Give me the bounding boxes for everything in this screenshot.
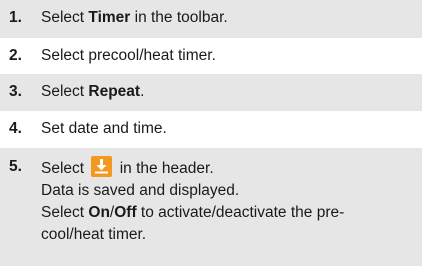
step-text: Select precool/heat timer. — [41, 47, 216, 64]
timer-label: Timer — [88, 9, 131, 26]
step-text: Set date and time. — [41, 120, 167, 137]
off-label: Off — [114, 204, 137, 221]
step-number: 2. — [9, 47, 22, 64]
step-number: 3. — [9, 83, 22, 100]
step-number: 4. — [9, 120, 22, 137]
save-download-icon — [91, 156, 113, 177]
step-3: 3. Select Repeat. — [0, 74, 422, 111]
step-1: 1. Select Timer in the toolbar. — [0, 0, 422, 38]
step-number: 1. — [9, 9, 22, 26]
step-line: Select On/Off to activate/deactivate the… — [41, 204, 345, 221]
on-label: On — [88, 204, 110, 221]
step-line: cool/heat timer. — [41, 226, 147, 243]
step-5: 5. Select in the header. Data is saved a… — [0, 148, 422, 266]
step-text: Select Repeat. — [41, 83, 145, 100]
step-text: Select in the header. Data is saved and … — [41, 156, 414, 246]
step-text: Select Timer in the toolbar. — [41, 9, 228, 26]
step-4: 4. Set date and time. — [0, 111, 422, 148]
step-2: 2. Select precool/heat timer. — [0, 38, 422, 74]
step-line: Select in the header. — [41, 156, 414, 180]
instruction-steps: 1. Select Timer in the toolbar. 2. Selec… — [0, 0, 422, 266]
step-number: 5. — [9, 158, 22, 175]
repeat-label: Repeat — [88, 83, 141, 100]
step-line: Data is saved and displayed. — [41, 182, 240, 199]
